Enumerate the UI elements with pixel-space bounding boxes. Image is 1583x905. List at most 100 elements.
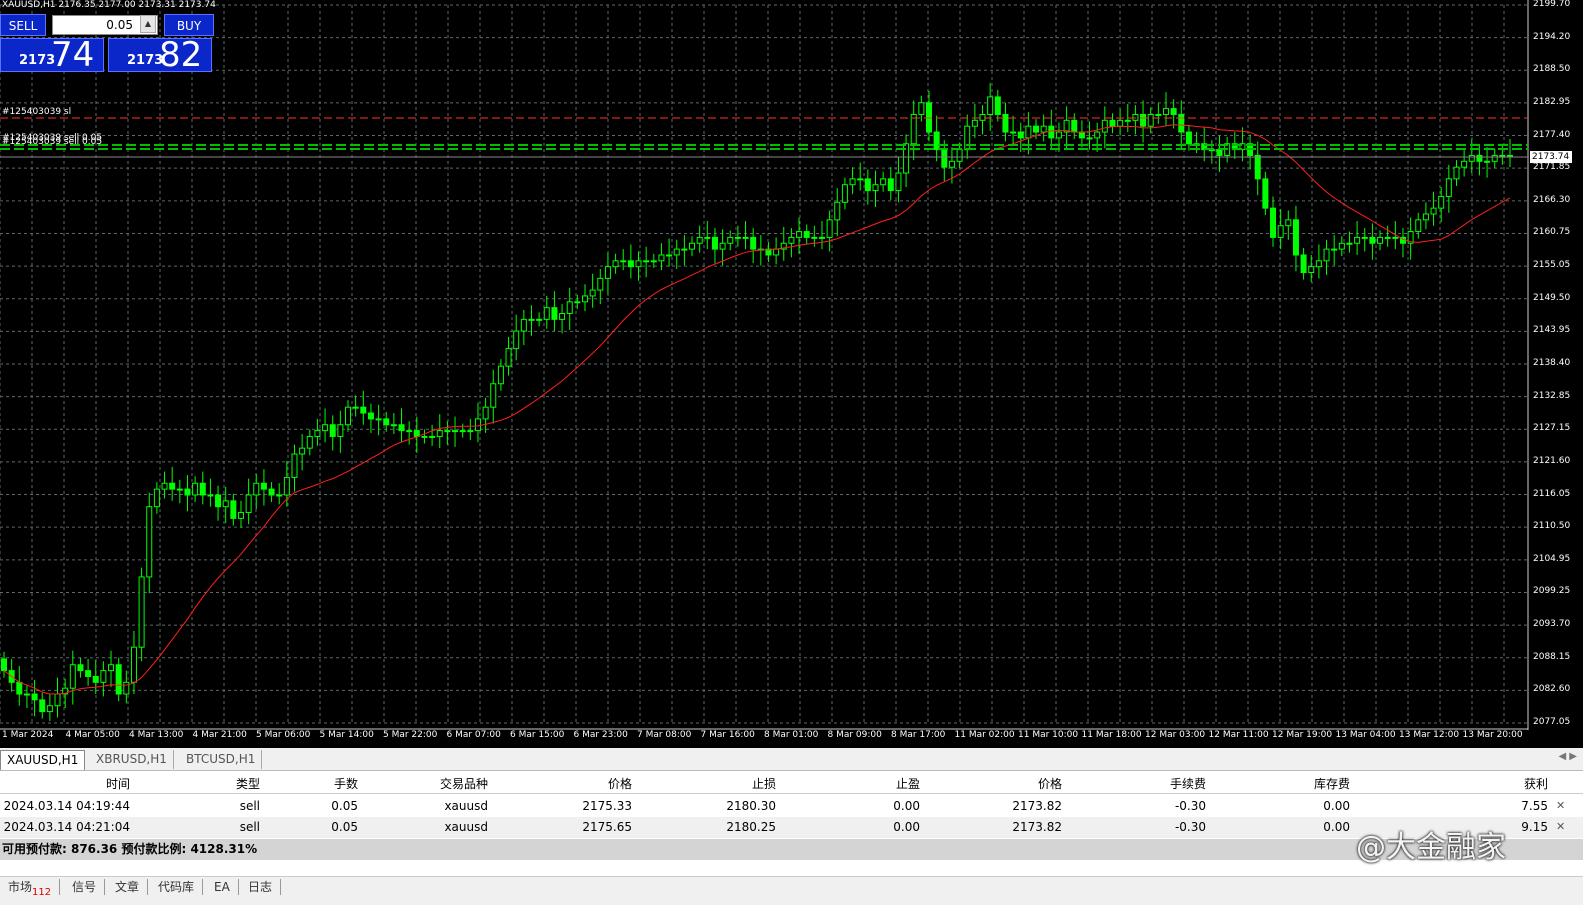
buy-price-small: 2173 — [127, 53, 164, 68]
table-cell: 0.05 — [331, 820, 358, 834]
candle-body — [108, 664, 115, 672]
candle-body — [849, 178, 856, 186]
candle-body — [1315, 260, 1322, 268]
buy-button[interactable]: BUY — [164, 14, 214, 36]
table-cell: xauusd — [444, 820, 488, 834]
tab-codebase[interactable]: 代码库 — [150, 879, 204, 895]
table-row[interactable]: 2024.03.14 04:21:04 sell 0.05 xauusd 2175.65… — [0, 817, 1583, 838]
lot-increase-icon[interactable]: ▲ — [140, 15, 156, 33]
candle-body — [734, 236, 741, 239]
price-tick-label: 2177.40 — [1533, 129, 1571, 140]
candle-body — [1101, 119, 1108, 133]
price-tick-label: 2166.30 — [1533, 194, 1571, 205]
column-header: 价格 — [1037, 777, 1062, 791]
candle-body — [283, 476, 290, 496]
terminal-tabs: 市场112 信号 文章 代码库 EA 日志 — [0, 876, 1583, 905]
candle-body — [69, 664, 76, 689]
tab-articles[interactable]: 文章 — [107, 879, 149, 895]
current-price-label: 2173.74 — [1530, 151, 1572, 163]
candle-body — [314, 430, 321, 437]
candle-body — [627, 260, 634, 268]
chart-canvas[interactable] — [0, 0, 1583, 748]
candle-body — [979, 113, 986, 121]
candle-body — [1140, 113, 1147, 127]
buy-price-box[interactable]: 2173 82 — [108, 35, 212, 75]
candle-body — [444, 430, 451, 433]
price-axis[interactable]: 2199.70 2194.20 2188.50 2182.95 2177.40 2171.… — [1529, 0, 1583, 732]
candle-body — [1468, 154, 1475, 162]
price-tick-label: 2182.95 — [1533, 96, 1571, 107]
table-cell: 0.00 — [893, 799, 920, 813]
candle-body — [1377, 236, 1384, 244]
candle-body — [1354, 236, 1361, 244]
tab-scroll-arrows-icon[interactable]: ◀ ▶ — [1558, 751, 1577, 762]
price-tick-label: 2199.70 — [1533, 0, 1571, 9]
candle-body — [1384, 236, 1391, 239]
candle-body — [681, 248, 688, 251]
candle-body — [933, 131, 940, 151]
candle-body — [1155, 113, 1162, 116]
candle-body — [1071, 119, 1078, 133]
candle-body — [1461, 160, 1468, 168]
candle-body — [1369, 236, 1376, 244]
candle-body — [1445, 178, 1452, 197]
tab-market[interactable]: 市场112 — [0, 879, 61, 898]
time-tick-label: 13 Mar 04:00 — [1335, 730, 1396, 740]
time-tick-label: 8 Mar 17:00 — [891, 730, 946, 740]
tab-xauusd[interactable]: XAUUSD,H1 — [0, 750, 86, 770]
candle-body — [948, 160, 955, 168]
tab-signals[interactable]: 信号 — [64, 879, 106, 895]
candle-body — [123, 681, 130, 695]
candle-body — [1147, 113, 1154, 127]
table-cell: sell — [239, 820, 260, 834]
candle-body — [1392, 236, 1399, 239]
table-cell: 7.55 — [1521, 799, 1548, 813]
close-position-icon[interactable]: ✕ — [1556, 820, 1565, 833]
tab-ea[interactable]: EA — [206, 879, 239, 895]
candle-body — [497, 365, 504, 385]
price-tick-label: 2082.60 — [1533, 684, 1571, 695]
summary-text: 可用预付款: 876.36 预付款比例: 4128.31% — [2, 842, 258, 856]
candle-body — [520, 318, 527, 332]
time-tick-label: 6 Mar 15:00 — [510, 730, 565, 740]
table-cell: 0.00 — [1323, 799, 1350, 813]
time-tick-label: 13 Mar 20:00 — [1462, 730, 1523, 740]
candle-body — [864, 178, 871, 192]
candle-body — [429, 435, 436, 438]
candle-body — [750, 236, 757, 250]
candle-body — [467, 430, 474, 433]
order-label-2: #125403039 sell 0.05 — [2, 137, 103, 147]
candle-body — [192, 482, 199, 496]
candle-body — [1415, 219, 1422, 233]
candle-body — [16, 681, 23, 695]
candle-body — [1430, 207, 1437, 215]
table-cell: 2024.03.14 04:19:44 — [3, 799, 130, 813]
close-position-icon[interactable]: ✕ — [1556, 799, 1565, 812]
tab-btcusd[interactable]: BTCUSD,H1 — [180, 750, 263, 769]
sell-button[interactable]: SELL — [0, 14, 46, 36]
sell-price-box[interactable]: 2173 74 — [0, 35, 104, 75]
price-tick-label: 2127.15 — [1533, 423, 1571, 434]
price-tick-label: 2171.85 — [1533, 162, 1571, 173]
candle-body — [260, 482, 267, 490]
candle-body — [620, 260, 627, 263]
table-cell: 2175.65 — [582, 820, 632, 834]
market-badge: 112 — [32, 887, 52, 898]
table-cell: 2175.33 — [582, 799, 632, 813]
candle-body — [245, 494, 252, 514]
candle-body — [1185, 131, 1192, 145]
candle-body — [459, 430, 466, 433]
candle-body — [841, 184, 848, 203]
table-cell: 2024.03.14 04:21:04 — [3, 820, 130, 834]
candle-body — [818, 236, 825, 239]
column-header: 交易品种 — [439, 777, 488, 791]
table-row[interactable]: 2024.03.14 04:19:44 sell 0.05 xauusd 2175.33… — [0, 796, 1583, 817]
tab-journal[interactable]: 日志 — [240, 879, 282, 895]
candle-body — [1300, 254, 1307, 274]
candle-body — [650, 260, 657, 263]
table-cell: 0.00 — [1323, 820, 1350, 834]
tab-xbrusd[interactable]: XBRUSD,H1 — [90, 750, 174, 769]
candle-body — [994, 96, 1001, 115]
price-chart[interactable]: XAUUSD,H1 2176.35 2177.00 2173.31 2173.7… — [0, 0, 1583, 748]
price-tick-label: 2116.05 — [1533, 488, 1571, 499]
